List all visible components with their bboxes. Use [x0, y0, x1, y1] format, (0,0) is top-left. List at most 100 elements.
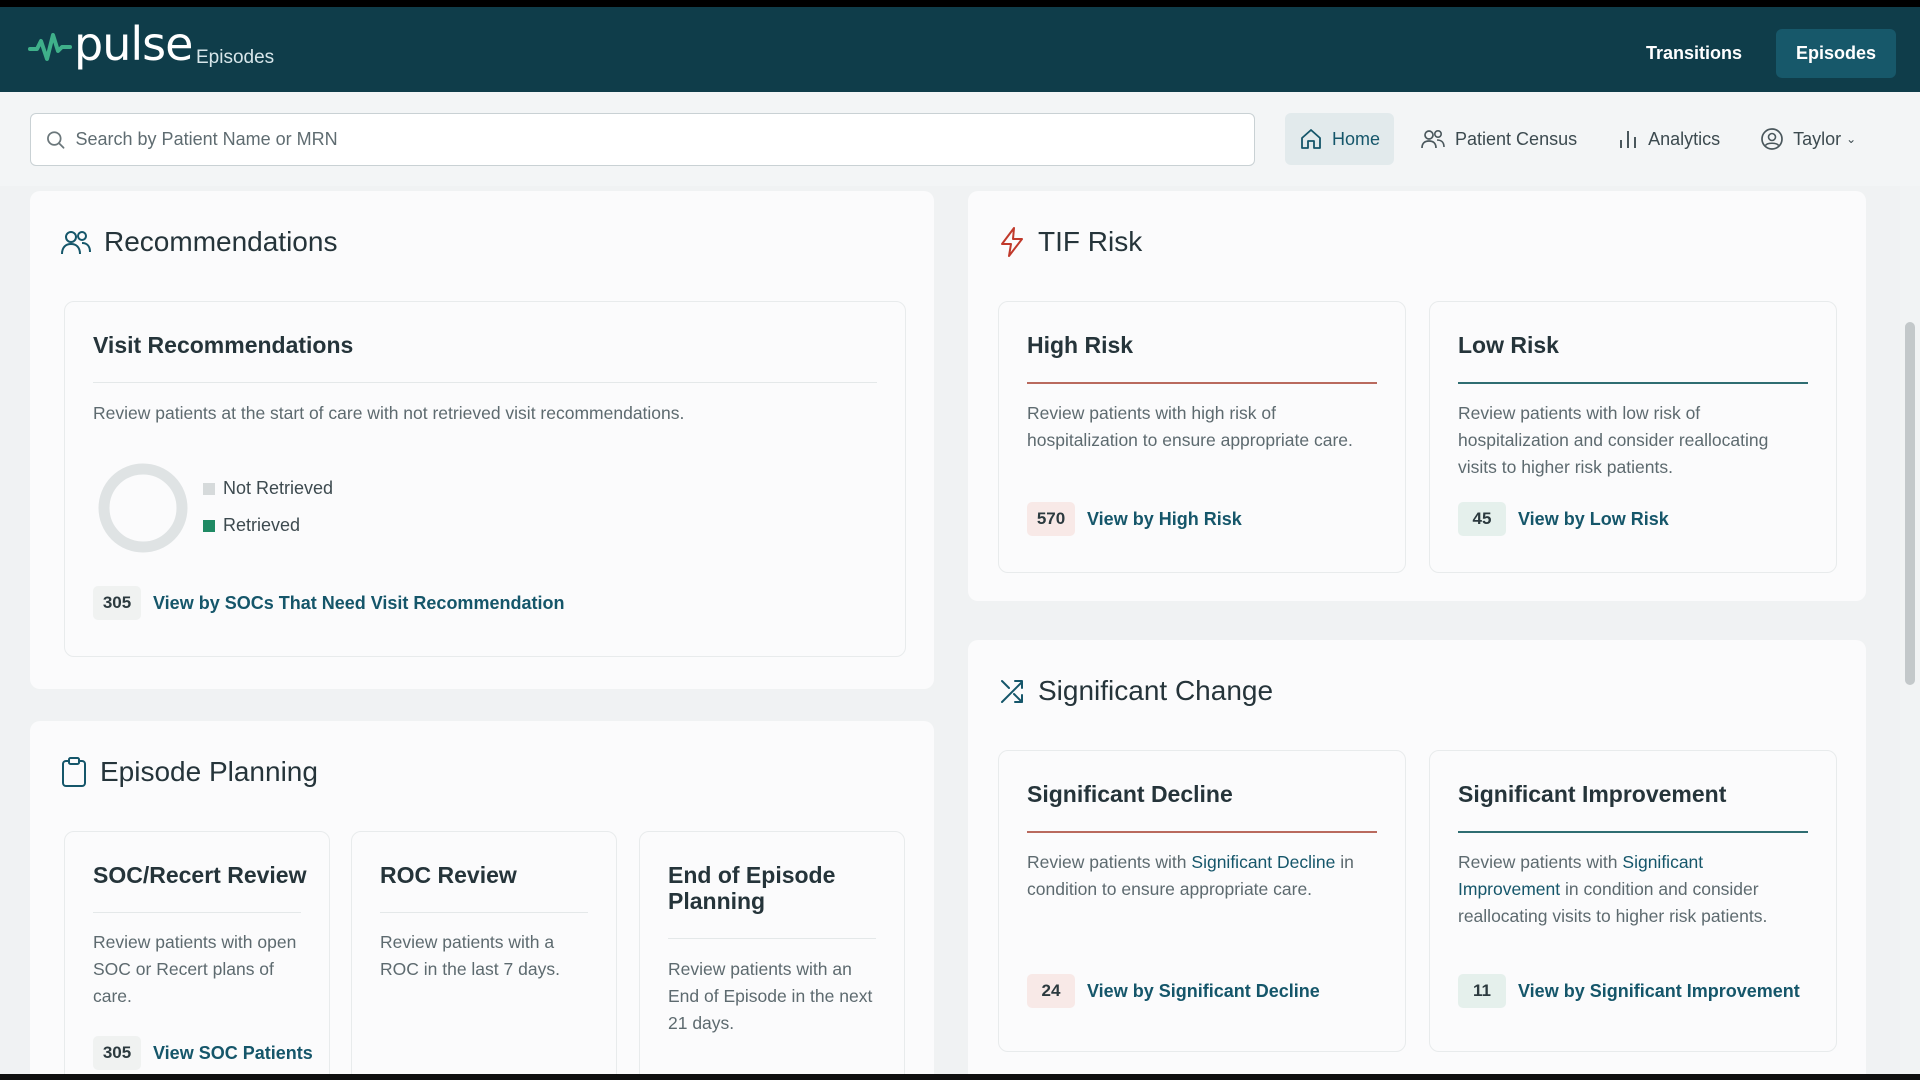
clipboard-icon	[62, 757, 86, 787]
count-badge: 305	[93, 1036, 141, 1070]
card-title: End of Episode Planning	[668, 862, 836, 915]
view-significant-improvement-link[interactable]: View by Significant Improvement	[1518, 981, 1800, 1002]
card-description: Review patients with a ROC in the last 7…	[380, 932, 560, 979]
recommendations-title: Recommendations	[60, 226, 337, 258]
divider	[93, 382, 877, 383]
card-description: Review patients with low risk of hospita…	[1458, 403, 1769, 477]
subnav-patient-census[interactable]: Patient Census	[1406, 113, 1591, 165]
improvement-link-row[interactable]: 11 View by Significant Improvement	[1458, 974, 1800, 1008]
tif-risk-title: TIF Risk	[998, 226, 1142, 258]
sub-nav: Home Patient Census Analytics Taylor ⌄	[1285, 113, 1882, 165]
legend-label: Retrieved	[223, 515, 301, 535]
search-box[interactable]	[30, 113, 1255, 166]
episode-planning-title-text: Episode Planning	[100, 756, 318, 787]
card-title: Low Risk	[1458, 332, 1559, 358]
view-significant-decline-link[interactable]: View by Significant Decline	[1087, 981, 1320, 1002]
significant-improvement-card: Significant Improvement Review patients …	[1429, 750, 1837, 1052]
pulse-logo[interactable]: pulse	[28, 21, 193, 67]
sub-header: Home Patient Census Analytics	[0, 92, 1920, 186]
episode-planning-panel: Episode Planning SOC/Recert Review Revie…	[30, 721, 934, 1074]
roc-review-card: ROC Review Review patients with a ROC in…	[351, 831, 617, 1074]
count-badge: 305	[93, 586, 141, 620]
top-nav: Transitions Episodes	[1626, 29, 1896, 78]
logo-subtitle: Episodes	[196, 47, 275, 68]
recommendations-title-text: Recommendations	[104, 226, 338, 257]
users-icon	[61, 231, 91, 255]
card-description: Review patients with Significant Decline…	[1027, 849, 1377, 903]
subnav-user-label: Taylor	[1793, 128, 1842, 149]
decline-link-row[interactable]: 24 View by Significant Decline	[1027, 974, 1320, 1008]
count-badge: 570	[1027, 502, 1075, 536]
desc-text: Review patients with	[1458, 852, 1618, 872]
tif-risk-panel: TIF Risk High Risk Review patients with …	[968, 191, 1866, 601]
soc-link-row[interactable]: 305 View SOC Patients	[93, 1036, 313, 1070]
divider	[1027, 831, 1377, 833]
count-badge: 11	[1458, 974, 1506, 1008]
count-badge: 45	[1458, 502, 1506, 536]
count-badge: 24	[1027, 974, 1075, 1008]
card-description: Review patients with open SOC or Recert …	[93, 932, 297, 1006]
subnav-home[interactable]: Home	[1285, 113, 1395, 165]
significant-decline-inline-link[interactable]: Significant Decline	[1191, 852, 1335, 872]
divider	[668, 938, 876, 939]
high-risk-link-row[interactable]: 570 View by High Risk	[1027, 502, 1242, 536]
subnav-patient-census-label: Patient Census	[1455, 128, 1578, 149]
logo-text: pulse	[74, 17, 193, 71]
subnav-analytics[interactable]: Analytics	[1603, 113, 1734, 165]
card-title: Significant Improvement	[1458, 781, 1727, 807]
visit-recommendations-card: Visit Recommendations Review patients at…	[64, 301, 906, 657]
user-circle-icon	[1761, 128, 1783, 150]
low-risk-card: Low Risk Review patients with low risk o…	[1429, 301, 1837, 573]
visit-rec-link-row[interactable]: 305 View by SOCs That Need Visit Recomme…	[93, 586, 564, 620]
legend-swatch-green	[203, 519, 215, 532]
significant-change-title: Significant Change	[998, 675, 1273, 707]
chevron-down-icon: ⌄	[1846, 132, 1857, 146]
soc-recert-card: SOC/Recert Review Review patients with o…	[64, 831, 330, 1074]
legend-not-retrieved: Not Retrieved	[203, 478, 333, 499]
divider	[1027, 382, 1377, 384]
top-header: pulse Episodes Transitions Episodes	[0, 7, 1920, 92]
card-title: SOC/Recert Review	[93, 862, 307, 888]
lightning-icon	[1001, 227, 1023, 257]
view-high-risk-link[interactable]: View by High Risk	[1087, 509, 1242, 530]
card-title: ROC Review	[380, 862, 517, 888]
divider	[1458, 831, 1808, 833]
high-risk-card: High Risk Review patients with high risk…	[998, 301, 1406, 573]
view-low-risk-link[interactable]: View by Low Risk	[1518, 509, 1669, 530]
tif-risk-title-text: TIF Risk	[1038, 226, 1143, 257]
dashboard-content: Recommendations Visit Recommendations Re…	[0, 186, 1920, 1074]
episode-planning-title: Episode Planning	[60, 756, 318, 788]
significant-change-panel: Significant Change Significant Decline R…	[968, 640, 1866, 1074]
divider	[1458, 382, 1808, 384]
card-title: Visit Recommendations	[93, 332, 354, 358]
nav-transitions[interactable]: Transitions	[1626, 29, 1762, 78]
end-of-episode-card: End of Episode Planning Review patients …	[639, 831, 905, 1074]
card-title: High Risk	[1027, 332, 1134, 358]
shuffle-icon	[1001, 680, 1023, 703]
subnav-user-menu[interactable]: Taylor ⌄	[1746, 113, 1870, 165]
card-description: Review patients at the start of care wit…	[93, 403, 685, 423]
home-icon	[1301, 129, 1321, 149]
card-description: Review patients with an End of Episode i…	[668, 959, 873, 1033]
significant-change-title-text: Significant Change	[1038, 675, 1274, 706]
significant-decline-card: Significant Decline Review patients with…	[998, 750, 1406, 1052]
legend-retrieved: Retrieved	[203, 515, 300, 536]
subnav-analytics-label: Analytics	[1648, 128, 1721, 149]
nav-episodes[interactable]: Episodes	[1775, 29, 1896, 78]
view-soc-patients-link[interactable]: View SOC Patients	[153, 1043, 313, 1064]
divider	[380, 912, 588, 913]
bottom-edge	[0, 1074, 1920, 1080]
divider	[93, 912, 301, 913]
view-socs-link[interactable]: View by SOCs That Need Visit Recommendat…	[153, 593, 564, 614]
search-input[interactable]	[75, 129, 1254, 150]
low-risk-link-row[interactable]: 45 View by Low Risk	[1458, 502, 1669, 536]
card-description: Review patients with high risk of hospit…	[1027, 403, 1353, 450]
recommendations-panel: Recommendations Visit Recommendations Re…	[30, 191, 934, 689]
bar-chart-icon	[1620, 131, 1637, 148]
desc-text: Review patients with	[1027, 852, 1187, 872]
scrollbar-thumb[interactable]	[1905, 322, 1915, 685]
pulse-wave-icon	[28, 33, 72, 61]
legend-label: Not Retrieved	[223, 478, 334, 498]
users-icon	[1421, 129, 1445, 149]
legend-swatch-gray	[203, 482, 215, 495]
